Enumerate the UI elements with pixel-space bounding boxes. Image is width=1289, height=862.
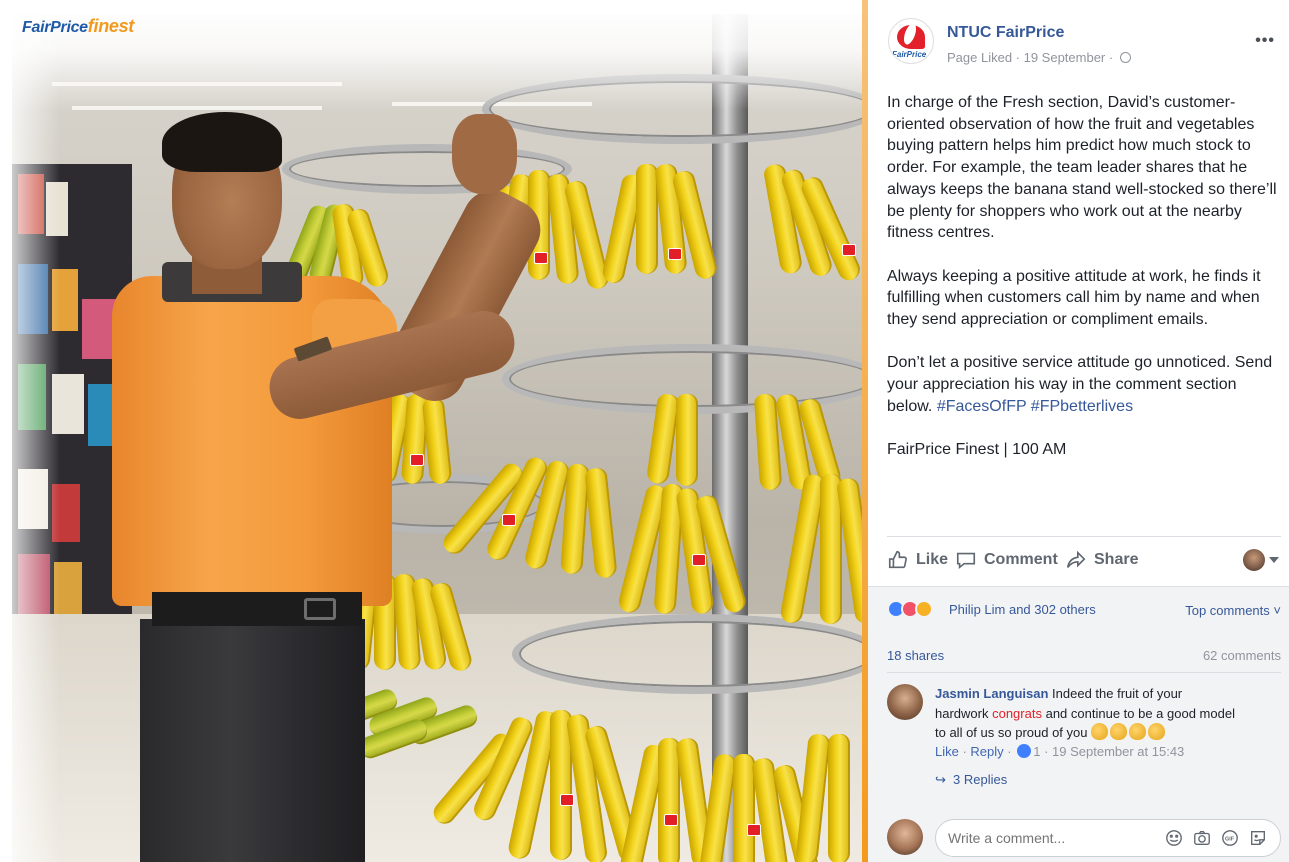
post-meta-text: Page Liked · 19 September · [947,50,1114,65]
clapping-hands-icon [1129,723,1147,740]
comments-section: Philip Lim and 302 others Top comments ˅… [868,586,1289,862]
clapping-hands-icon [1110,723,1128,740]
page-name-link[interactable]: NTUC FairPrice [947,24,1064,42]
viewer-avatar [1243,549,1265,571]
hashtag-facesoffp[interactable]: #FacesOfFP [937,398,1027,415]
clapping-hands-icon [1091,723,1109,740]
comment-label: Comment [984,551,1058,568]
comment-actions: Like · Reply · 1 · 19 September at 15:43 [935,744,1185,759]
comment-timestamp[interactable]: 19 September at 15:43 [1052,744,1184,759]
reactions-text[interactable]: Philip Lim and 302 others [949,602,1096,617]
composer-avatar [887,819,923,855]
post-actions: Like Comment Share [887,543,1279,577]
comment-body: Jasmin Languisan Indeed the fruit of you… [935,684,1235,743]
comment-highlight: congrats [992,705,1042,721]
post-paragraph-1: In charge of the Fresh section, David’s … [887,94,1277,242]
post-text: In charge of the Fresh section, David’s … [887,92,1279,483]
svg-text:GIF: GIF [1225,837,1235,843]
wow-reaction-icon [915,600,933,618]
hashtag-fpbetterlives[interactable]: #FPbetterlives [1031,398,1133,415]
comment-author-link[interactable]: Jasmin Languisan [935,686,1048,701]
post-header: FairPrice NTUC FairPrice Page Liked · 19… [888,18,1278,78]
page-avatar[interactable]: FairPrice [888,18,934,64]
comment-like-count: 1 [1033,744,1041,759]
clapping-hands-icon [1148,723,1166,740]
post-paragraph-2: Always keeping a positive attitude at wo… [887,267,1261,329]
post-photo[interactable]: FairPricefinest [0,0,868,862]
view-replies-link[interactable]: 3 Replies [953,772,1007,787]
emoji-icon[interactable] [1165,829,1183,847]
post-as-selector[interactable] [1243,549,1279,571]
share-label: Share [1094,551,1139,568]
comment-bubble-icon [956,552,976,570]
camera-icon[interactable] [1193,829,1211,847]
globe-icon [1119,52,1131,63]
commenter-avatar[interactable] [887,684,923,720]
comment-button[interactable]: Comment [955,549,1058,571]
share-button[interactable]: Share [1065,549,1138,571]
post-meta: Page Liked · 19 September · [947,50,1131,65]
like-label: Like [916,551,949,568]
fairprice-finest-logo: FairPricefinest [22,16,135,36]
divider [887,536,1281,537]
top-comments-dropdown[interactable]: Top comments ˅ [1185,603,1281,618]
chevron-down-icon [1269,557,1279,563]
comment-like-link[interactable]: Like [935,744,959,759]
photo-scene [12,14,868,862]
comments-count[interactable]: 62 comments [1203,648,1281,663]
reply-arrow-icon: ↪ [935,772,946,787]
shares-count[interactable]: 18 shares [887,648,944,663]
sticker-icon[interactable] [1249,829,1267,847]
post-location: FairPrice Finest | 100 AM [887,441,1067,459]
like-count-icon [1017,744,1032,758]
post-details-panel: FairPrice NTUC FairPrice Page Liked · 19… [868,0,1289,862]
thumbs-up-icon [888,550,907,569]
comment-composer: GIF [887,817,1281,859]
post-paragraph-3: Don’t let a positive service attitude go… [887,352,1279,417]
like-button[interactable]: Like [887,549,948,571]
reactions-summary[interactable]: Philip Lim and 302 others Top comments ˅ [887,600,1281,622]
share-arrow-icon [1066,550,1086,568]
gif-icon[interactable]: GIF [1221,829,1239,847]
comment-reply-link[interactable]: Reply [970,744,1003,759]
more-options-button[interactable]: ••• [1255,32,1275,50]
composer-tools: GIF [1165,829,1267,847]
